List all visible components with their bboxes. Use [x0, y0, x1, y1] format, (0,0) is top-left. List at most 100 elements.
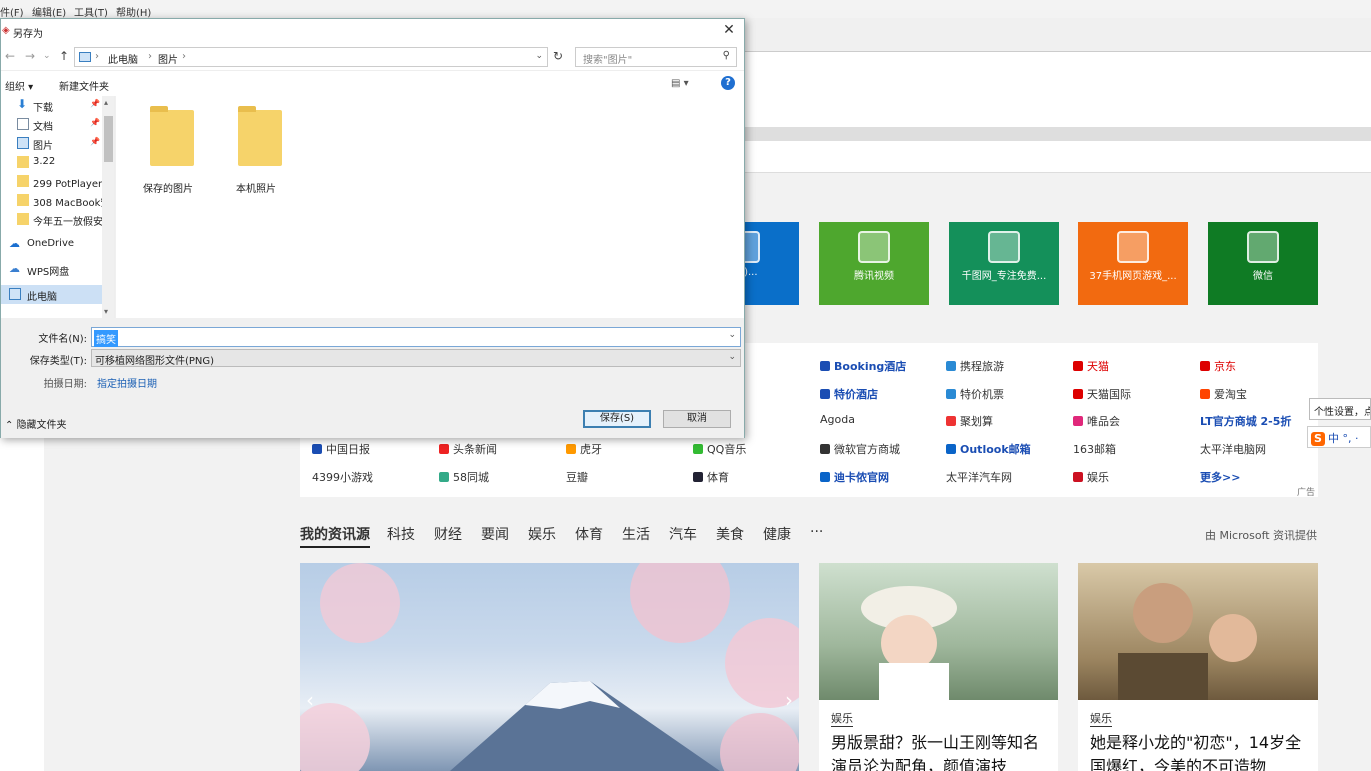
site-tile-qiantu[interactable]: 千图网_专注免费... — [949, 222, 1059, 305]
forward-arrow-icon[interactable]: → — [25, 49, 35, 63]
link-douban[interactable]: 豆瓣 — [566, 469, 588, 485]
news-card[interactable]: 娱乐 她是释小龙的"初恋"，14岁全国爆红，今美的不可造物 — [1078, 563, 1318, 771]
news-title[interactable]: 她是释小龙的"初恋"，14岁全国爆红，今美的不可造物 — [1090, 731, 1310, 771]
help-icon[interactable]: ? — [721, 76, 735, 90]
news-title[interactable]: 男版景甜？张一山王刚等知名演员沦为配角，颜值演技 — [831, 731, 1050, 771]
link-huya[interactable]: 虎牙 — [566, 441, 602, 457]
site-tile-37game[interactable]: 37手机网页游戏_... — [1078, 222, 1188, 305]
nav-item-pictures[interactable]: 图片 📌 — [1, 134, 102, 153]
up-arrow-icon[interactable]: ↑ — [59, 49, 69, 63]
site-tile-wechat[interactable]: 微信 — [1208, 222, 1318, 305]
site-tile-tencent-video[interactable]: 腾讯视频 — [819, 222, 929, 305]
link-ent[interactable]: 娱乐 — [1073, 469, 1109, 485]
link-pcauto[interactable]: 太平洋汽车网 — [946, 469, 1012, 485]
link-more[interactable]: 更多>> — [1200, 469, 1240, 485]
link-4399[interactable]: 4399小游戏 — [312, 469, 373, 485]
nav-item-downloads[interactable]: ⬇ 下载 📌 — [1, 96, 102, 115]
tab-ent[interactable]: 娱乐 — [528, 524, 556, 544]
save-button[interactable]: 保存(S) — [583, 410, 651, 428]
nav-item-folder[interactable]: 今年五一放假安 — [1, 210, 102, 229]
tab-auto[interactable]: 汽车 — [669, 524, 697, 544]
folder-camera-roll[interactable]: 本机照片 — [216, 106, 296, 195]
hide-folders-button[interactable]: ⌃ 隐藏文件夹 — [5, 416, 67, 431]
filename-field[interactable]: 搞笑 ⌄ — [91, 327, 741, 347]
news-category[interactable]: 娱乐 — [831, 710, 853, 727]
folder-saved-pictures[interactable]: 保存的图片 — [128, 106, 208, 195]
breadcrumb[interactable]: › 此电脑 › 图片 › ⌄ — [74, 47, 548, 67]
search-input[interactable]: 搜索"图片" ⚲ — [575, 47, 737, 67]
news-card[interactable]: 娱乐 男版景甜？张一山王刚等知名演员沦为配角，颜值演技 — [819, 563, 1058, 771]
nav-item-folder[interactable]: 299 PotPlayer首 — [1, 172, 102, 191]
link-ms-store[interactable]: 微软官方商城 — [820, 441, 900, 457]
link-outlook[interactable]: Outlook邮箱 — [946, 441, 1031, 457]
tab-news[interactable]: 要闻 — [481, 524, 509, 544]
ime-toolbar[interactable]: S中 °, · — [1307, 426, 1371, 448]
link-booking[interactable]: Booking酒店 — [820, 358, 906, 374]
nav-item-folder[interactable]: 308 MacBook安 — [1, 191, 102, 210]
scroll-thumb[interactable] — [104, 116, 113, 162]
nav-item-folder[interactable]: 3.22 — [1, 153, 102, 172]
nav-item-wps[interactable]: ☁ WPS网盘 — [1, 260, 102, 279]
tab-life[interactable]: 生活 — [622, 524, 650, 544]
prev-arrow-icon[interactable]: ‹ — [306, 688, 314, 712]
link-juhuasuan[interactable]: 聚划算 — [946, 413, 993, 429]
app-icon: ◈ — [2, 25, 10, 36]
folder-icon — [17, 194, 29, 206]
link-cheap-flights[interactable]: 特价机票 — [946, 386, 1004, 402]
link-toutiao[interactable]: 头条新闻 — [439, 441, 497, 457]
new-folder-button[interactable]: 新建文件夹 — [59, 78, 109, 93]
nav-item-this-pc[interactable]: 此电脑 — [1, 285, 102, 304]
hero-news-image[interactable]: ‹ › — [300, 563, 799, 771]
link-special-hotel[interactable]: 特价酒店 — [820, 386, 878, 402]
back-arrow-icon[interactable]: ← — [5, 49, 15, 63]
tab-my-feed[interactable]: 我的资讯源 — [300, 524, 370, 548]
news-category[interactable]: 娱乐 — [1090, 710, 1112, 727]
link-pconline[interactable]: 太平洋电脑网 — [1200, 441, 1266, 457]
browser-toolbar — [745, 18, 1371, 52]
organize-button[interactable]: 组织 ▾ — [5, 78, 33, 93]
nav-item-onedrive[interactable]: ☁ OneDrive — [1, 235, 102, 254]
tab-food[interactable]: 美食 — [716, 524, 744, 544]
link-aitaobao[interactable]: 爱淘宝 — [1200, 386, 1247, 402]
next-arrow-icon[interactable]: › — [785, 688, 793, 712]
link-tmall-global[interactable]: 天猫国际 — [1073, 386, 1131, 402]
path-dropdown-icon[interactable]: ⌄ — [535, 51, 543, 61]
scroll-down-icon[interactable]: ▾ — [104, 307, 108, 316]
browser-divider — [745, 127, 1371, 141]
link-chinadaily[interactable]: 中国日报 — [312, 441, 370, 457]
breadcrumb-this-pc[interactable]: 此电脑 — [108, 51, 138, 66]
link-qqmusic[interactable]: QQ音乐 — [693, 441, 746, 457]
link-agoda[interactable]: Agoda — [820, 413, 855, 426]
link-sports[interactable]: 体育 — [693, 469, 729, 485]
view-options-icon[interactable]: ▤ ▾ — [671, 78, 689, 89]
breadcrumb-pictures[interactable]: 图片 — [158, 51, 178, 66]
link-ctrip[interactable]: 携程旅游 — [946, 358, 1004, 374]
tab-tech[interactable]: 科技 — [387, 524, 415, 544]
link-vip[interactable]: 唯品会 — [1073, 413, 1120, 429]
link-163[interactable]: 163邮箱 — [1073, 441, 1116, 457]
menu-tools[interactable]: 工具(T) — [74, 4, 108, 19]
link-decathlon[interactable]: 迪卡侬官网 — [820, 469, 889, 485]
filetype-select[interactable]: 可移植网络图形文件(PNG) ⌄ — [91, 349, 741, 367]
date-link[interactable]: 指定拍摄日期 — [97, 375, 157, 390]
link-58[interactable]: 58同城 — [439, 469, 489, 485]
address-area[interactable] — [745, 141, 1371, 173]
chevron-down-icon[interactable]: ⌄ — [43, 51, 51, 61]
scrollbar[interactable]: ▴ ▾ — [102, 96, 114, 318]
tab-finance[interactable]: 财经 — [434, 524, 462, 544]
nav-item-documents[interactable]: 文档 📌 — [1, 115, 102, 134]
link-tmall[interactable]: 天猫 — [1073, 358, 1109, 374]
link-jd[interactable]: 京东 — [1200, 358, 1236, 374]
menu-edit[interactable]: 编辑(E) — [32, 4, 66, 19]
cancel-button[interactable]: 取消 — [663, 410, 731, 428]
link-lt-mall[interactable]: LT官方商城 2-5折 — [1200, 413, 1291, 429]
close-icon[interactable]: ✕ — [720, 22, 738, 40]
chevron-down-icon[interactable]: ⌄ — [728, 330, 736, 340]
menu-file[interactable]: 件(F) — [0, 4, 24, 19]
tab-more[interactable]: ··· — [810, 524, 823, 540]
tab-sports[interactable]: 体育 — [575, 524, 603, 544]
tab-health[interactable]: 健康 — [763, 524, 791, 544]
menu-help[interactable]: 帮助(H) — [116, 4, 151, 19]
refresh-icon[interactable]: ↻ — [553, 49, 563, 63]
scroll-up-icon[interactable]: ▴ — [104, 98, 108, 107]
